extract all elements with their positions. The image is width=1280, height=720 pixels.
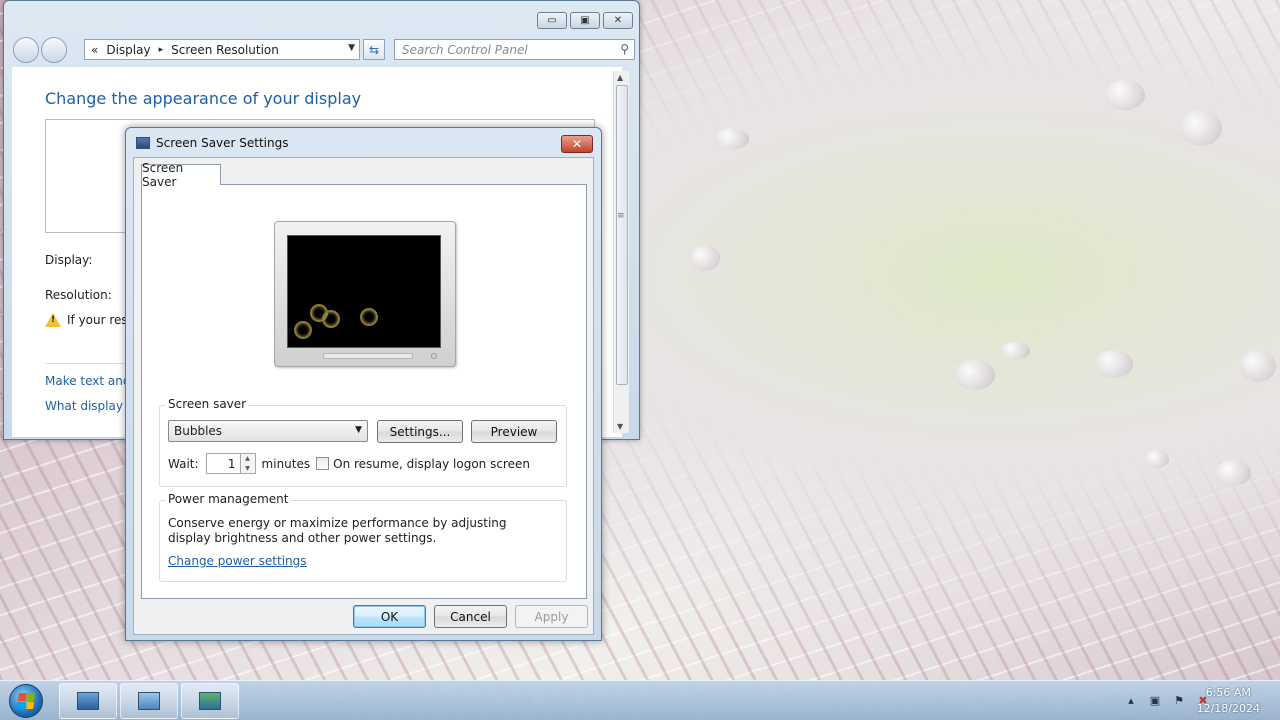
settings-button[interactable]: Settings... [377,420,463,443]
apply-button[interactable]: Apply [515,605,588,628]
forward-button[interactable] [41,37,67,63]
chevron-down-icon: ▼ [355,425,362,435]
monitor-base [323,353,413,359]
screen-saver-preview-monitor [274,221,456,367]
search-placeholder: Search Control Panel [402,42,528,57]
wait-label: Wait: [168,456,199,471]
search-icon[interactable]: ⚲ [620,42,629,56]
screen-saver-app-icon [136,137,150,149]
screen-saver-group-title: Screen saver [166,397,249,411]
address-dropdown-icon[interactable]: ▼ [348,43,355,53]
taskbar-button-screen-saver[interactable] [181,683,239,719]
start-button[interactable] [9,684,43,718]
caption-buttons: ▭ ▣ ✕ [537,12,633,29]
refresh-icon: ⇆ [368,42,380,57]
close-icon: ✕ [613,15,623,26]
computer-icon [77,692,99,710]
cancel-button[interactable]: Cancel [434,605,507,628]
dialog-body: Screen Saver Screen saver Bubbles ▼ Sett… [133,157,594,635]
change-power-settings-link[interactable]: Change power settings [168,554,307,568]
address-bar[interactable]: « Display ▸ Screen Resolution ▼ [84,39,360,60]
breadcrumb-back-icon[interactable]: « [91,43,98,57]
bubble [322,310,340,328]
scroll-grip-icon: ≡ [617,211,625,221]
dialog-close-button[interactable]: ✕ [561,135,593,153]
monitor-power-led [431,353,437,359]
windows-logo-icon [17,693,35,709]
wallpaper-drop [955,360,995,390]
breadcrumb-display[interactable]: Display [106,43,150,57]
maximize-button[interactable]: ▣ [570,12,600,29]
power-management-group: Power management Conserve energy or maxi… [159,492,567,582]
page-title: Change the appearance of your display [45,89,362,108]
clock-date: 12/18/2024 [1196,702,1260,715]
back-button[interactable] [13,37,39,63]
wallpaper-drop [1105,80,1145,110]
wait-minutes-input[interactable]: 1 [205,453,241,474]
show-hidden-icons-icon[interactable]: ▴ [1124,693,1138,707]
breadcrumb-separator-icon: ▸ [158,44,164,55]
wallpaper-drop [1240,350,1276,382]
power-management-group-title: Power management [166,492,291,506]
minimize-button[interactable]: ▭ [537,12,567,29]
refresh-button[interactable]: ⇆ [363,39,385,60]
spin-down-icon[interactable]: ▼ [245,465,250,472]
taskbar-button-computer[interactable] [59,683,117,719]
display-label: Display: [45,253,93,267]
network-icon[interactable]: ▣ [1148,693,1162,707]
bubble [360,308,378,326]
wallpaper-drop [1095,350,1133,378]
screen-saver-icon [199,692,221,710]
control-panel-icon [138,692,160,710]
breadcrumb-screen-resolution[interactable]: Screen Resolution [171,43,279,57]
minutes-label: minutes [261,456,311,471]
wallpaper-drop [1215,460,1251,486]
taskbar: ▴ ▣ ⚑ ✖ 6:56 AM 12/18/2024 [0,680,1280,720]
scroll-thumb[interactable] [616,85,628,385]
wallpaper-drop [1180,110,1222,146]
screen-saver-group: Screen saver Bubbles ▼ Settings... Previ… [159,397,567,487]
action-center-flag-icon[interactable]: ⚑ [1172,693,1186,707]
screen-saver-preview [287,235,441,348]
clock[interactable]: 6:56 AM 12/18/2024 [1197,685,1260,717]
resolution-label: Resolution: [45,288,112,302]
dialog-titlebar: Screen Saver Settings [136,136,289,150]
resolution-warning: If your reso [45,313,135,327]
spin-up-icon[interactable]: ▲ [245,455,250,462]
scroll-down-icon[interactable]: ▼ [617,422,623,431]
taskbar-button-control-panel[interactable] [120,683,178,719]
screen-saver-selected-value: Bubbles [174,424,223,438]
wallpaper-drop [1000,342,1030,360]
vertical-scrollbar[interactable]: ▲ ≡ ▼ [613,71,629,433]
bubble [294,321,312,339]
wait-row: Wait: 1 ▲ ▼ minutes On resume, display lo… [168,453,530,474]
maximize-icon: ▣ [580,15,590,26]
wait-spinner[interactable]: ▲ ▼ [240,453,256,474]
ok-button[interactable]: OK [353,605,426,628]
search-input[interactable]: Search Control Panel ⚲ [394,39,635,60]
screen-saver-tab-panel: Screen saver Bubbles ▼ Settings... Previ… [141,184,587,599]
resume-logon-label[interactable]: On resume, display logon screen [333,457,530,471]
close-button[interactable]: ✕ [603,12,633,29]
preview-button[interactable]: Preview [471,420,557,443]
power-management-description: Conserve energy or maximize performance … [168,516,507,545]
wallpaper-drop [1145,450,1169,468]
clock-time: 6:56 AM [1205,686,1251,699]
screen-saver-settings-dialog[interactable]: Screen Saver Settings ✕ Screen Saver Scr… [125,127,602,641]
dialog-title: Screen Saver Settings [156,136,289,150]
wallpaper-drop [715,128,749,150]
close-icon: ✕ [571,137,583,151]
resume-logon-checkbox[interactable] [316,457,330,470]
scroll-up-icon[interactable]: ▲ [617,73,623,82]
minimize-icon: ▭ [547,15,557,26]
screen-saver-dropdown[interactable]: Bubbles ▼ [168,420,368,442]
wallpaper-drop [690,245,720,271]
tab-screen-saver[interactable]: Screen Saver [141,161,221,189]
warning-icon [45,313,61,327]
